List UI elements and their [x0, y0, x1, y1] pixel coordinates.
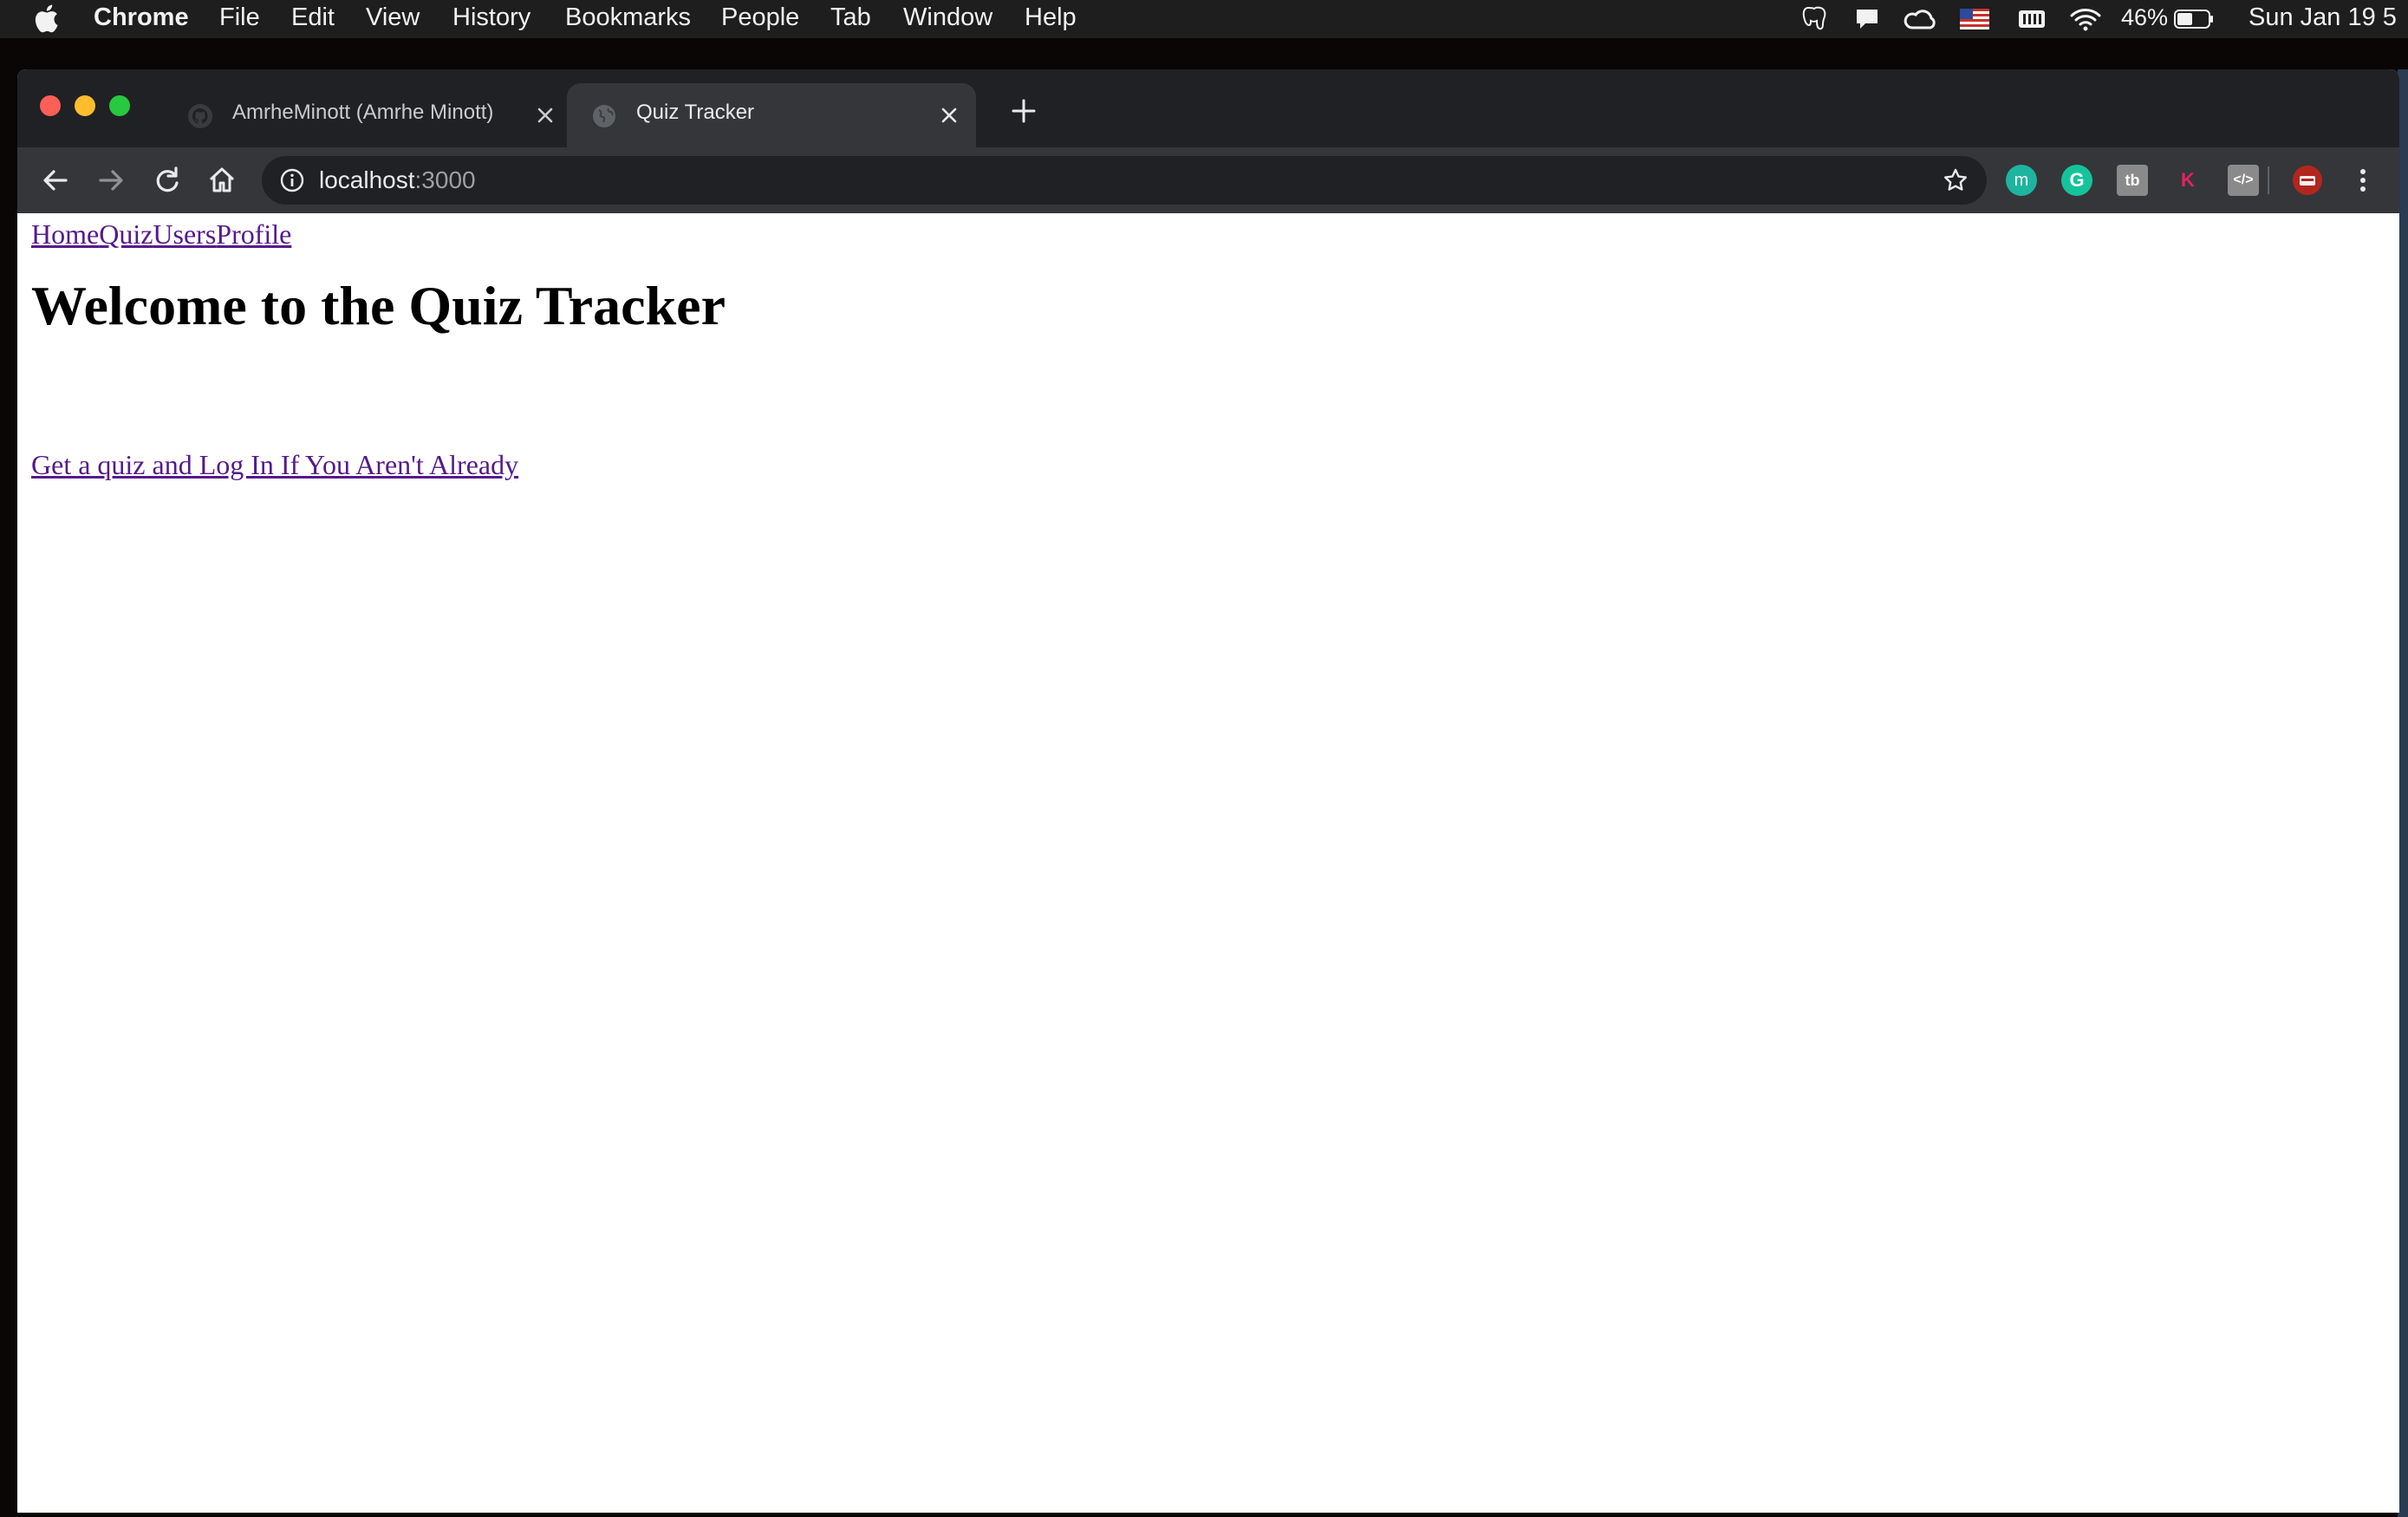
new-tab-plus-icon[interactable] [1009, 96, 1038, 126]
menu-help[interactable]: Help [1025, 3, 1077, 32]
more-vertical-icon[interactable] [2347, 163, 2379, 198]
postgres-elephant-icon[interactable] [1798, 0, 1832, 38]
k-extension-icon[interactable]: K [2172, 165, 2203, 196]
reload-icon[interactable] [149, 163, 184, 198]
github-icon [188, 104, 212, 128]
tab-strip: AmrheMinott (Amrhe Minott) Quiz Tracker [17, 69, 2399, 147]
url-port: :3000 [414, 166, 476, 193]
menu-history[interactable]: History [452, 3, 530, 32]
menu-view[interactable]: View [366, 3, 420, 32]
window-minimize-button[interactable] [75, 95, 95, 116]
desktop-background [0, 38, 2408, 69]
battery-icon[interactable] [2172, 0, 2216, 38]
nav-link-users[interactable]: Users [153, 218, 216, 250]
grammarly-icon[interactable]: G [2061, 165, 2092, 196]
mint-extension-icon[interactable]: m [2006, 165, 2037, 196]
nav-link-quiz[interactable]: Quiz [99, 218, 153, 250]
close-icon[interactable] [936, 102, 962, 128]
web-page-content: HomeQuizUsersProfile Welcome to the Quiz… [17, 213, 2399, 1513]
tab-title: AmrheMinott (Amrhe Minott) [232, 101, 494, 124]
tab-title: Quiz Tracker [636, 101, 755, 124]
tb-extension-icon[interactable]: tb [2117, 165, 2148, 196]
battery-percentage[interactable]: 46% [2121, 4, 2168, 31]
menu-window[interactable]: Window [903, 3, 992, 32]
code-extension-icon[interactable]: </> [2228, 165, 2259, 196]
menu-bookmarks[interactable]: Bookmarks [565, 3, 691, 32]
us-flag-icon[interactable] [1957, 0, 1992, 38]
notification-icon[interactable] [1850, 0, 1884, 38]
menu-people[interactable]: People [721, 3, 799, 32]
nav-link-profile[interactable]: Profile [216, 218, 291, 250]
window-close-button[interactable] [40, 95, 61, 116]
address-bar[interactable]: localhost:3000 [262, 156, 1987, 205]
macos-menu-bar: Chrome File Edit View History Bookmarks … [0, 0, 2408, 38]
toolbar-separator [2268, 166, 2269, 194]
url-text[interactable]: localhost:3000 [319, 166, 476, 194]
tab-github[interactable]: AmrheMinott (Amrhe Minott) [163, 83, 572, 147]
profile-avatar[interactable] [2292, 165, 2323, 196]
menu-tab[interactable]: Tab [830, 3, 871, 32]
info-icon[interactable] [279, 167, 305, 193]
menu-file[interactable]: File [219, 3, 260, 32]
page-title: Welcome to the Quiz Tracker [31, 275, 726, 336]
menu-app-name[interactable]: Chrome [94, 3, 189, 32]
back-arrow-icon[interactable] [38, 163, 73, 198]
get-quiz-login-link[interactable]: Get a quiz and Log In If You Aren't Alre… [31, 449, 518, 481]
browser-toolbar: localhost:3000 m G tb K </> [17, 147, 2399, 213]
tab-quiz-tracker[interactable]: Quiz Tracker [567, 83, 976, 147]
bookmark-star-icon[interactable] [1942, 166, 1969, 194]
apple-menu-icon[interactable] [33, 3, 59, 33]
globe-icon [593, 105, 615, 127]
menu-edit[interactable]: Edit [291, 3, 335, 32]
forward-arrow-icon[interactable] [94, 163, 128, 198]
memory-icon[interactable] [2014, 0, 2049, 38]
home-icon[interactable] [205, 163, 239, 198]
site-nav: HomeQuizUsersProfile [31, 218, 291, 251]
window-zoom-button[interactable] [109, 95, 130, 116]
close-icon[interactable] [532, 102, 558, 128]
creative-cloud-icon[interactable] [1902, 0, 1940, 38]
wifi-icon[interactable] [2066, 0, 2105, 38]
menubar-clock[interactable]: Sun Jan 19 5 [2249, 3, 2397, 32]
nav-link-home[interactable]: Home [31, 218, 99, 250]
url-host: localhost [319, 166, 415, 193]
chrome-window: AmrheMinott (Amrhe Minott) Quiz Tracker [17, 69, 2399, 1513]
